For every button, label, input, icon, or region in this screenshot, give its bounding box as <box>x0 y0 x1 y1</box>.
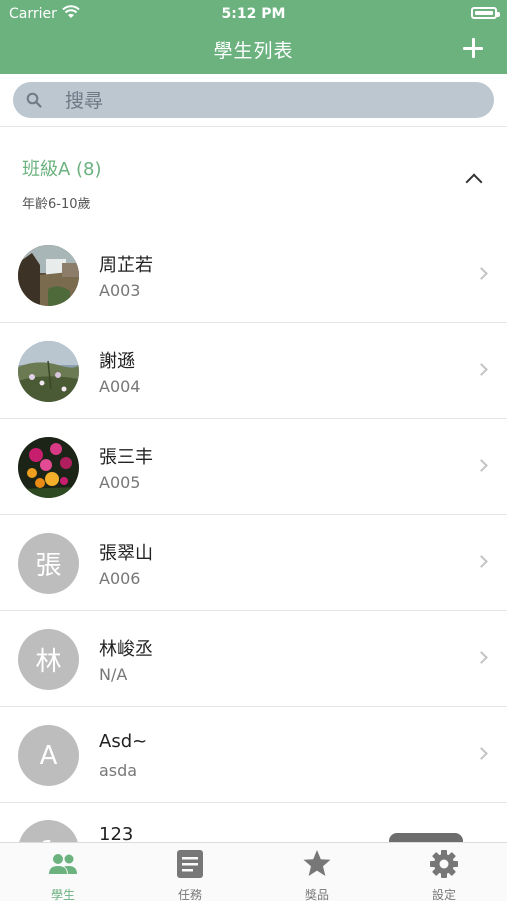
section-title: 班級A (8) <box>22 159 102 180</box>
battery-icon <box>471 7 500 19</box>
search-field[interactable] <box>13 82 494 118</box>
people-icon <box>49 854 77 874</box>
tab-bar: 學生 任務 獎品 設定 <box>0 842 507 902</box>
tab-tasks[interactable]: 任務 <box>127 843 253 902</box>
status-time: 5:12 PM <box>221 6 286 22</box>
avatar-initial: 張 <box>18 533 79 594</box>
student-row[interactable]: 周芷若 A003 <box>0 227 507 323</box>
search-icon <box>26 92 42 108</box>
chevron-up-icon[interactable] <box>465 173 483 191</box>
student-name: 張三丰 <box>99 447 153 468</box>
tab-settings[interactable]: 設定 <box>381 843 507 902</box>
student-id: A006 <box>99 569 141 588</box>
class-section-header[interactable]: 班級A (8) 年齡6-10歲 <box>0 127 507 227</box>
avatar-initial: 1 <box>18 820 79 842</box>
flowers-field-photo <box>18 341 79 402</box>
student-list: 周芷若 A003 謝遜 A004 張三丰 A005 張 張翠山 A006 林 林… <box>0 227 507 803</box>
student-name: 謝遜 <box>99 351 135 372</box>
section-subtitle: 年齡6-10歲 <box>22 197 91 212</box>
student-id: N/A <box>99 665 128 684</box>
chevron-right-icon <box>475 555 488 568</box>
student-id: A003 <box>99 281 141 300</box>
student-row[interactable]: 謝遜 A004 <box>0 323 507 419</box>
app-header: Carrier 5:12 PM 學生列表 <box>0 0 507 74</box>
student-name: 張翠山 <box>99 543 153 564</box>
student-name: 123 <box>99 824 134 842</box>
student-row[interactable]: 張三丰 A005 <box>0 419 507 515</box>
avatar <box>18 245 79 306</box>
avatar <box>18 437 79 498</box>
document-icon <box>177 850 203 878</box>
flower-bouquet-photo <box>18 437 79 498</box>
student-row[interactable]: 林 林峻丞 N/A <box>0 611 507 707</box>
tab-label: 任務 <box>177 888 202 902</box>
chevron-right-icon <box>475 267 488 280</box>
tab-prizes[interactable]: 獎品 <box>254 843 380 902</box>
student-name: 林峻丞 <box>99 639 153 660</box>
chevron-right-icon <box>475 651 488 664</box>
student-row[interactable]: 張 張翠山 A006 <box>0 515 507 611</box>
avatar <box>18 341 79 402</box>
chevron-right-icon <box>475 363 488 376</box>
student-row[interactable]: A Asd~ asda <box>0 707 507 803</box>
student-id: asda <box>99 761 138 780</box>
gear-icon <box>430 850 458 878</box>
avatar-initial: 林 <box>18 629 79 690</box>
student-name: Asd~ <box>99 731 148 752</box>
search-input[interactable] <box>63 88 467 114</box>
student-id: A004 <box>99 377 141 396</box>
search-bar <box>0 74 507 127</box>
chevron-right-icon <box>475 459 488 472</box>
page-title: 學生列表 <box>213 40 294 62</box>
waterfall-photo <box>18 245 79 306</box>
student-id: A005 <box>99 473 141 492</box>
add-student-button[interactable] <box>461 36 485 60</box>
star-icon <box>303 850 331 876</box>
tab-label: 獎品 <box>304 888 329 902</box>
student-name: 周芷若 <box>99 255 153 276</box>
tab-label: 設定 <box>431 888 456 902</box>
status-bar: Carrier 5:12 PM <box>0 0 507 28</box>
avatar-initial: A <box>18 725 79 786</box>
tab-students[interactable]: 學生 <box>0 843 126 902</box>
chevron-right-icon <box>475 747 488 760</box>
tab-label: 學生 <box>50 888 75 902</box>
